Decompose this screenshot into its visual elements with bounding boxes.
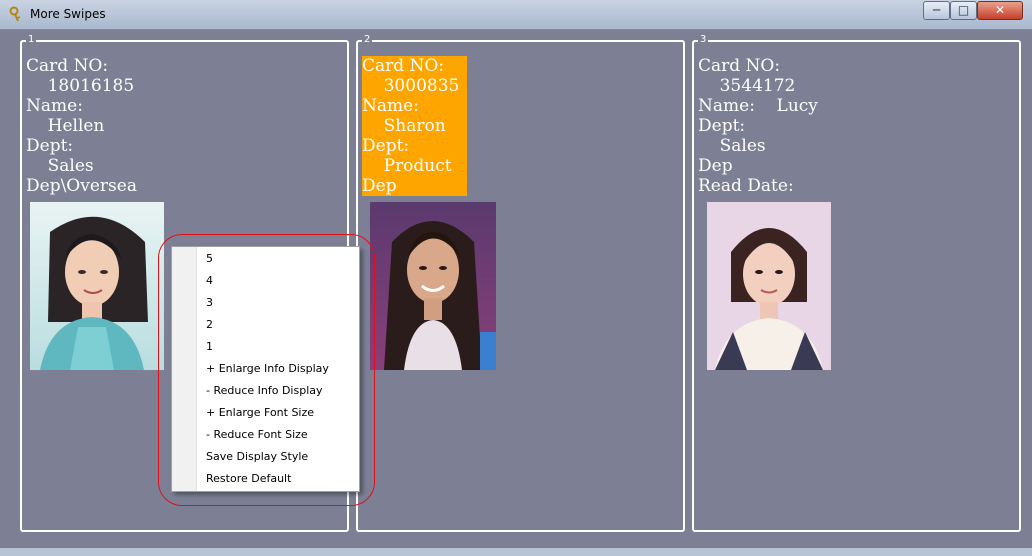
panel-number: 2 bbox=[362, 33, 373, 47]
panel-number: 1 bbox=[26, 33, 37, 47]
panel-number: 3 bbox=[698, 33, 709, 47]
cardholder-photo bbox=[30, 202, 164, 370]
cardholder-photo bbox=[370, 202, 496, 370]
title-bar: More Swipes ─ □ ✕ bbox=[0, 0, 1032, 30]
card-info: Card NO: 3000835 Name: Sharon Dept: Prod… bbox=[362, 56, 468, 196]
swipe-panel-2[interactable]: 2 Card NO: 3000835 Name: Sharon Dept: Pr… bbox=[356, 33, 685, 532]
minimize-button[interactable]: ─ bbox=[923, 1, 950, 20]
swipe-panel-3[interactable]: 3 Card NO: 3544172 Name: Lucy Dept: Sale… bbox=[692, 33, 1021, 532]
window-bottom-border bbox=[0, 548, 1032, 556]
annotation-ring bbox=[158, 234, 375, 506]
card-info: Card NO: 3544172 Name: Lucy Dept: Sales … bbox=[698, 56, 818, 196]
cardholder-photo bbox=[707, 202, 831, 370]
maximize-button[interactable]: □ bbox=[950, 1, 977, 20]
window-title: More Swipes bbox=[30, 7, 106, 21]
close-button[interactable]: ✕ bbox=[977, 1, 1023, 20]
app-key-icon bbox=[8, 6, 24, 22]
card-info: Card NO: 18016185 Name: Hellen Dept: Sal… bbox=[26, 56, 137, 196]
